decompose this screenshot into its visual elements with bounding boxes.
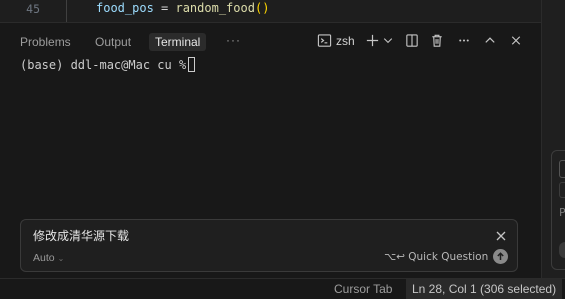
submit-arrow-icon[interactable] [493, 249, 508, 264]
side-label: P [559, 206, 565, 219]
side-input-box[interactable] [559, 160, 565, 178]
ai-prompt-text[interactable]: 修改成清华源下载 [33, 227, 129, 244]
terminal-cursor [188, 57, 195, 72]
plus-icon[interactable] [365, 33, 381, 49]
chevron-up-icon[interactable] [483, 33, 499, 49]
split-icon[interactable] [405, 33, 421, 49]
tab-problems[interactable]: Problems [20, 33, 71, 51]
status-bar: Cursor Tab Ln 28, Col 1 (306 selected) [0, 278, 565, 299]
code-variable: food_pos [96, 1, 154, 15]
tab-output[interactable]: Output [95, 33, 131, 51]
ide-window: 45 food_pos = random_food() P Problems O… [0, 0, 565, 299]
model-mode-label: Auto [33, 252, 55, 264]
code-line[interactable]: food_pos = random_food() [96, 1, 269, 15]
shell-name[interactable]: zsh [336, 33, 355, 49]
terminal-icon[interactable] [317, 33, 333, 49]
terminal-prompt: (base) ddl-mac@Mac cu % [20, 58, 194, 72]
line-number: 45 [26, 2, 40, 16]
trash-icon[interactable] [430, 33, 446, 49]
side-button[interactable] [559, 242, 565, 258]
close-icon[interactable] [495, 227, 507, 241]
editor-area[interactable]: 45 food_pos = random_food() [0, 0, 541, 22]
panel-tab-bar: Problems Output Terminal ··· zsh [0, 22, 541, 59]
tabs-more-button[interactable]: ··· [226, 31, 241, 49]
tab-terminal[interactable]: Terminal [149, 33, 207, 51]
indent-guide [66, 0, 67, 22]
more-icon[interactable] [457, 33, 473, 49]
cursor-position-status[interactable]: Ln 28, Col 1 (306 selected) [406, 279, 563, 299]
code-operator: = [153, 1, 176, 15]
model-mode-dropdown[interactable]: Auto ⌄ [33, 252, 64, 264]
close-icon[interactable] [509, 33, 525, 49]
ai-prompt-box[interactable]: 修改成清华源下载 Auto ⌄ ⌥↩ Quick Question [20, 219, 518, 272]
side-checkbox[interactable] [559, 182, 565, 198]
chevron-down-icon[interactable] [382, 33, 398, 49]
chevron-down-icon: ⌄ [57, 254, 65, 263]
code-parens: () [254, 1, 270, 15]
code-function: random_food [175, 1, 255, 15]
quick-question-shortcut[interactable]: ⌥↩ Quick Question [384, 251, 488, 263]
cursor-tab-status[interactable]: Cursor Tab [334, 282, 392, 296]
terminal-output[interactable]: (base) ddl-mac@Mac cu % [0, 57, 541, 220]
